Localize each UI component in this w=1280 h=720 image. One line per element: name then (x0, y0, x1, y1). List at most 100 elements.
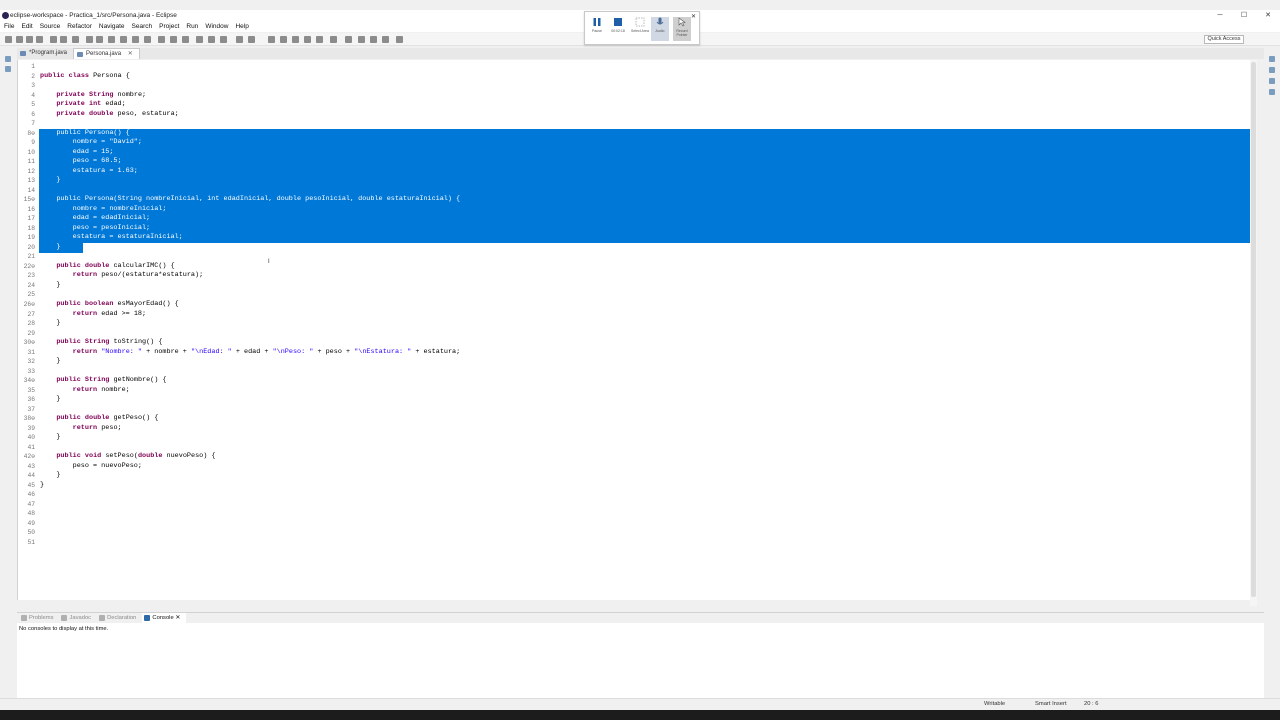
close-icon[interactable]: ✕ (1256, 10, 1280, 22)
toolbar-button-icon[interactable] (86, 36, 93, 43)
toolbar-button-icon[interactable] (268, 36, 275, 43)
line-number: 4 (31, 91, 35, 99)
toolbar-button-icon[interactable] (50, 36, 57, 43)
code-text: public Persona(String nombreInicial, int… (40, 195, 461, 204)
toolbar-button-icon[interactable] (170, 36, 177, 43)
audio-button[interactable]: Audio (651, 17, 669, 41)
toolbar-button-icon[interactable] (316, 36, 323, 43)
bottom-panel: Problems Javadoc Declaration Console ✕ N… (17, 612, 1264, 698)
toolbar-button-icon[interactable] (370, 36, 377, 43)
code-line: 38⊖ public double getPeso() { (18, 414, 1250, 424)
close-console-icon[interactable]: ✕ (175, 615, 180, 621)
line-number: 24 (27, 281, 35, 289)
toolbar-button-icon[interactable] (304, 36, 311, 43)
stop-button[interactable]: 00:02:18 (609, 17, 627, 41)
menu-run[interactable]: Run (186, 22, 198, 32)
line-number: 30⊖ (23, 339, 35, 347)
pause-label: Pause (592, 29, 602, 33)
task-list-icon[interactable] (1269, 67, 1275, 73)
package-explorer-icon[interactable] (5, 66, 11, 72)
tab-program-java[interactable]: *Program.java (17, 48, 73, 59)
code-editor[interactable]: 1 2 public class Persona {3 4 private Strin… (17, 60, 1250, 600)
line-number: 11 (27, 158, 35, 166)
toolbar-button-icon[interactable] (144, 36, 151, 43)
toolbar-button-icon[interactable] (358, 36, 365, 43)
toolbar-button-icon[interactable] (292, 36, 299, 43)
tab-problems[interactable]: Problems (19, 613, 59, 623)
outline-icon[interactable] (1269, 78, 1275, 84)
minimize-icon[interactable]: ─ (1208, 10, 1232, 22)
toolbar-button-icon[interactable] (208, 36, 215, 43)
toolbar-button-icon[interactable] (120, 36, 127, 43)
code-line: 10 edad = 15; (18, 148, 1250, 158)
menu-source[interactable]: Source (40, 22, 61, 32)
toolbar-button-icon[interactable] (26, 36, 33, 43)
code-line: 4 private String nombre; (18, 91, 1250, 101)
toolbar-button-icon[interactable] (248, 36, 255, 43)
line-number: 17 (27, 215, 35, 223)
toolbar-button-icon[interactable] (16, 36, 23, 43)
menu-refactor[interactable]: Refactor (67, 22, 92, 32)
toolbar-button-icon[interactable] (36, 36, 43, 43)
code-line: 8⊖ public Persona() { (18, 129, 1250, 139)
line-number: 39 (27, 424, 35, 432)
toolbar-button-icon[interactable] (108, 36, 115, 43)
vertical-scrollbar[interactable] (1250, 60, 1257, 606)
record-pointer-button[interactable]: Record Pointer (673, 17, 691, 41)
line-number: 43 (27, 462, 35, 470)
menu-project[interactable]: Project (159, 22, 179, 32)
line-number: 51 (27, 539, 35, 546)
menu-edit[interactable]: Edit (21, 22, 32, 32)
toolbar-button-icon[interactable] (196, 36, 203, 43)
tab-persona-java[interactable]: Persona.java ✕ (73, 48, 140, 59)
code-line: 21 (18, 252, 1250, 262)
toolbar-button-icon[interactable] (396, 36, 403, 43)
minimized-view-icon[interactable] (1269, 89, 1275, 95)
toolbar-button-icon[interactable] (280, 36, 287, 43)
code-text: peso = pesoInicial; (40, 223, 151, 232)
code-line: 7 (18, 119, 1250, 129)
menu-search[interactable]: Search (132, 22, 153, 32)
scrollbar-thumb[interactable] (1251, 62, 1256, 597)
menu-file[interactable]: File (4, 22, 14, 32)
select-area-button[interactable]: Select Area (631, 17, 649, 41)
tab-console[interactable]: Console ✕ (142, 613, 187, 623)
restore-icon[interactable] (5, 56, 11, 62)
tab-declaration[interactable]: Declaration (97, 613, 142, 623)
code-text: } (40, 480, 45, 489)
code-text: public String getNombre() { (56, 376, 167, 385)
code-line: 44 } (18, 471, 1250, 481)
toolbar-button-icon[interactable] (382, 36, 389, 43)
toolbar-button-icon[interactable] (158, 36, 165, 43)
toolbar-button-icon[interactable] (236, 36, 243, 43)
horizontal-scrollbar[interactable] (37, 600, 1250, 606)
code-text: return peso; (72, 423, 122, 432)
code-line: 15⊖ public Persona(String nombreInicial,… (18, 195, 1250, 205)
code-line: 48 (18, 509, 1250, 519)
toolbar-button-icon[interactable] (330, 36, 337, 43)
line-number: 19 (27, 234, 35, 242)
toolbar-button-icon[interactable] (132, 36, 139, 43)
toolbar-button-icon[interactable] (220, 36, 227, 43)
maximize-icon[interactable]: ☐ (1232, 10, 1256, 22)
menu-navigate[interactable]: Navigate (99, 22, 125, 32)
menu-help[interactable]: Help (235, 22, 248, 32)
line-number: 5 (31, 101, 35, 109)
line-number: 12 (27, 167, 35, 175)
quick-access-field[interactable]: Quick Access (1204, 35, 1244, 44)
tab-javadoc[interactable]: Javadoc (59, 613, 97, 623)
restore-right-icon[interactable] (1269, 56, 1275, 62)
menu-window[interactable]: Window (205, 22, 228, 32)
toolbar-button-icon[interactable] (345, 36, 352, 43)
close-tab-icon[interactable]: ✕ (128, 51, 133, 57)
recorder-close-icon[interactable]: ✕ (691, 13, 696, 20)
toolbar-button-icon[interactable] (5, 36, 12, 43)
toolbar-button-icon[interactable] (60, 36, 67, 43)
toolbar-button-icon[interactable] (96, 36, 103, 43)
pause-button[interactable]: Pause (588, 17, 606, 41)
toolbar-button-icon[interactable] (72, 36, 79, 43)
code-line: 24 } (18, 281, 1250, 291)
toolbar-button-icon[interactable] (182, 36, 189, 43)
code-text: } (40, 319, 61, 328)
line-number: 44 (27, 472, 35, 480)
